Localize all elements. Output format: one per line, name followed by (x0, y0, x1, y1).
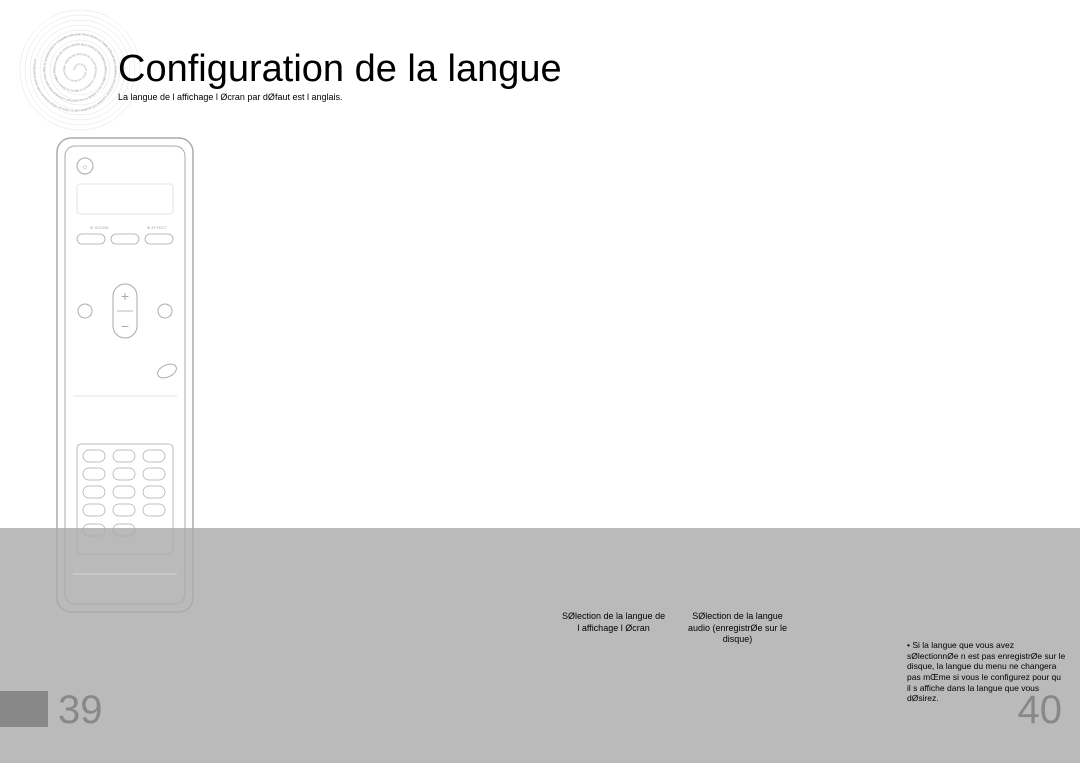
svg-text:−: − (121, 318, 129, 334)
caption-line: l affichage l Øcran (577, 623, 649, 633)
page-number-right: 40 (1018, 688, 1063, 733)
svg-text:⊕ SOUND: ⊕ SOUND (90, 225, 109, 230)
page-title: Configuration de la langue (118, 48, 562, 91)
note-bullet: • (907, 640, 910, 650)
remote-control-illustration: ⏻ ⊕ SOUND ⊕ EFFECT + − (55, 136, 195, 614)
page-number-left: 39 (58, 688, 103, 733)
caption-line: SØlection de la langue (692, 611, 783, 621)
caption-osd-language: SØlection de la langue de l affichage l … (562, 611, 665, 634)
caption-audio-language: SØlection de la langue audio (enregistrØ… (688, 611, 787, 646)
caption-line: disque) (723, 634, 753, 644)
svg-text:+: + (121, 288, 129, 304)
svg-text:lorem ipsum dolor sit amet con: lorem ipsum dolor sit amet consectetur a… (32, 32, 118, 113)
page-subtitle: La langue de l affichage l Øcran par dØf… (118, 92, 342, 102)
svg-text:⊕ EFFECT: ⊕ EFFECT (147, 225, 168, 230)
caption-line: SØlection de la langue de (562, 611, 665, 621)
caption-line: audio (enregistrØe sur le (688, 623, 787, 633)
svg-text:⏻: ⏻ (83, 165, 87, 171)
page-bar-left (0, 691, 48, 727)
